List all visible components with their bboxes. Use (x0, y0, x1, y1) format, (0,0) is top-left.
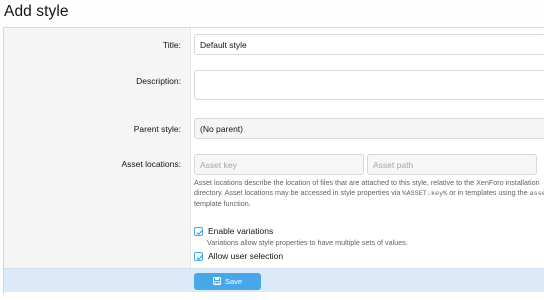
label-column (4, 28, 191, 269)
asset-hint-code: asse (529, 189, 544, 198)
description-textarea[interactable] (194, 70, 544, 100)
asset-locations-label: Asset locations: (121, 159, 181, 169)
enable-variations-hint: Variations allow style properties to hav… (207, 238, 408, 247)
check-icon[interactable] (194, 226, 203, 236)
save-icon (212, 276, 221, 287)
parent-style-select[interactable]: (No parent) (194, 118, 544, 139)
save-button-label: Save (224, 277, 243, 286)
title-label: Title: (162, 40, 181, 50)
asset-locations-hint: Asset locations describe the location of… (194, 178, 544, 209)
allow-user-selection-option[interactable]: Allow user selection (194, 251, 283, 261)
page-footer-strip (0, 294, 544, 300)
asset-hint-line-3: template function. (194, 199, 251, 209)
asset-hint-code: %ASSET:key% (402, 189, 448, 198)
description-label: Description: (136, 76, 181, 86)
asset-hint-text: directory. Asset locations may be access… (194, 187, 403, 197)
title-input[interactable]: Default style (194, 34, 544, 55)
page-title: Add style (4, 3, 69, 20)
form-submit-bar (4, 268, 544, 292)
asset-path-input[interactable]: Asset path (367, 154, 537, 175)
parent-style-label: Parent style: (133, 124, 181, 134)
page-header: Add style (0, 0, 544, 28)
asset-hint-line-2: directory. Asset locations may be access… (194, 188, 544, 200)
check-icon[interactable] (194, 251, 203, 261)
save-button[interactable]: Save (194, 273, 261, 290)
allow-user-selection-label: Allow user selection (208, 251, 284, 261)
asset-hint-text: or in templates using the (447, 187, 530, 197)
asset-key-input[interactable]: Asset key (194, 154, 364, 175)
enable-variations-label: Enable variations (208, 226, 274, 236)
enable-variations-option[interactable]: Enable variations (194, 226, 273, 236)
asset-hint-line-1: Asset locations describe the location of… (194, 178, 540, 187)
